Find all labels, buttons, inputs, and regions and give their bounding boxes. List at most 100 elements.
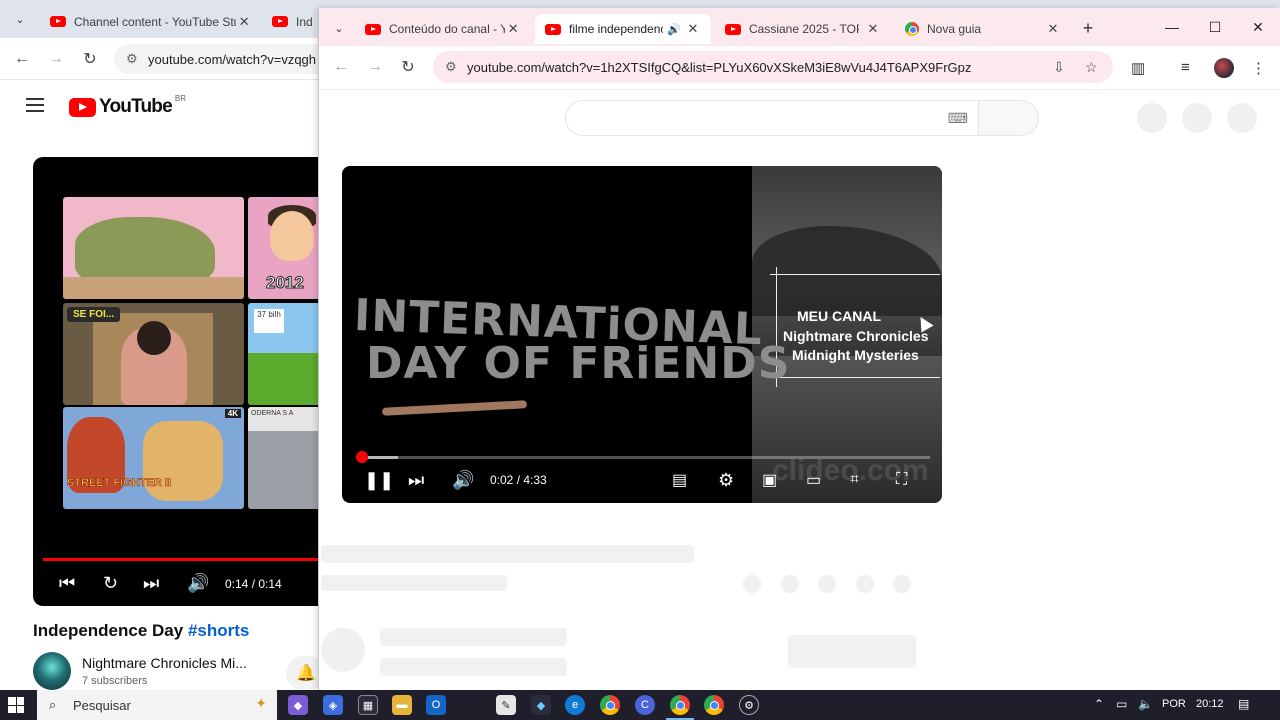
previous-icon[interactable]: ⏮ [59, 573, 75, 594]
replay-icon[interactable]: ↻ [103, 573, 118, 594]
tray-overflow-icon[interactable]: ⌃ [1094, 697, 1104, 711]
close-tab-icon[interactable]: ✕ [505, 21, 521, 37]
copilot-icon[interactable]: ◈ [323, 695, 343, 715]
fullscreen-icon[interactable]: ⛶ [896, 468, 907, 492]
install-app-icon[interactable]: ⇩ [1053, 59, 1065, 76]
edge-icon[interactable]: e [565, 695, 585, 715]
tab-nova-guia[interactable]: Nova guia ✕ [895, 14, 1071, 44]
tab-independence[interactable]: Indep [262, 5, 322, 38]
input-language[interactable]: POR [1162, 698, 1186, 710]
search-button[interactable] [979, 100, 1039, 136]
next-icon[interactable]: ⏭ [143, 573, 159, 594]
progress-bar[interactable] [358, 456, 930, 459]
app-circle-icon[interactable]: C [635, 695, 655, 715]
maximize-icon[interactable]: ☐ [1204, 16, 1226, 38]
forward-arrow-icon[interactable]: → [44, 48, 68, 70]
audio-playing-icon[interactable]: 🔊 [667, 23, 681, 36]
foreground-toolbar: ← → ↻ ⚙ youtube.com/watch?v=1h2XTSIfgCQ&… [319, 46, 1280, 90]
brush-stroke [381, 400, 528, 416]
address-url: youtube.com/watch?v=1h2XTSIfgCQ&list=PLY… [467, 59, 972, 75]
notification-center-icon[interactable]: ▤ [1238, 697, 1249, 711]
meta-placeholder [321, 575, 507, 591]
tab-title: Nova guia [927, 22, 982, 36]
thumbnail-coffin[interactable]: SE FOI... [63, 303, 244, 405]
youtube-icon [50, 16, 66, 27]
pause-icon[interactable]: ❚❚ [364, 468, 394, 492]
back-arrow-icon[interactable]: ← [10, 48, 34, 70]
file-explorer-icon[interactable]: ▬ [392, 695, 412, 715]
new-tab-plus-icon[interactable]: + [1077, 17, 1099, 39]
shorts-hashtag[interactable]: #shorts [188, 621, 249, 640]
microsoft-store-icon[interactable]: ▦ [358, 695, 378, 715]
back-arrow-icon[interactable]: ← [329, 56, 353, 78]
chrome-active-icon[interactable] [666, 695, 694, 720]
youtube-search-input[interactable]: ⌨ [565, 100, 979, 136]
widgets-icon[interactable]: ◆ [288, 695, 308, 715]
more-options-icon[interactable]: ⋮ [1251, 59, 1266, 77]
subtitles-icon[interactable]: ▤ [672, 468, 687, 492]
theater-mode-icon[interactable]: ▭ [806, 468, 821, 492]
media-control-icon[interactable]: ≡ [1181, 59, 1190, 76]
speaker-icon[interactable]: 🔈 [1138, 697, 1153, 711]
outlook-icon[interactable]: O [426, 695, 446, 715]
chrome-profile-icon[interactable] [704, 695, 724, 715]
site-settings-icon[interactable]: ⚙ [126, 51, 138, 67]
shorts-progress-bar[interactable] [43, 558, 333, 561]
next-video-icon[interactable]: ⏭ [408, 468, 424, 492]
thumbnail-dinosaur[interactable] [63, 197, 244, 299]
close-tab-icon[interactable]: ✕ [685, 21, 701, 37]
notepad-icon[interactable]: ✎ [496, 695, 516, 715]
tab-filme-independencia[interactable]: filme independenc 🔊 ✕ [535, 14, 711, 44]
network-icon[interactable]: ▭ [1116, 697, 1127, 711]
close-tab-icon[interactable]: ✕ [1045, 21, 1061, 37]
close-tab-icon[interactable]: ✕ [865, 21, 881, 37]
volume-icon[interactable]: 🔊 [187, 573, 209, 594]
thumbnail-street-fighter[interactable]: STREET FIGHTER II 4K [63, 407, 244, 509]
channel-avatar[interactable] [33, 652, 71, 690]
system-clock[interactable]: 20:12 [1196, 698, 1224, 710]
tab-channel-content[interactable]: Channel content - YouTube Stu ✕ [40, 5, 262, 38]
keyboard-icon[interactable]: ⌨ [948, 110, 968, 127]
channel-name[interactable]: Nightmare Chronicles Mi... [82, 655, 247, 671]
profile-avatar[interactable] [1214, 58, 1234, 78]
taskbar-search-box[interactable]: ⌕ Pesquisar ✦ [37, 690, 277, 720]
tab-cassiane-2025[interactable]: Cassiane 2025 - TOP ✕ [715, 14, 891, 44]
miniplayer-icon[interactable]: ▣ [762, 468, 777, 492]
forward-arrow-icon[interactable]: → [363, 56, 387, 78]
tab-title: Cassiane 2025 - TOP [749, 22, 859, 36]
close-tab-icon[interactable]: ✕ [236, 14, 252, 30]
tab-conteudo-do-canal[interactable]: Conteúdo do canal - Y ✕ [355, 14, 531, 44]
reload-icon[interactable]: ↻ [396, 56, 420, 78]
action-placeholder [893, 575, 911, 593]
notifications-icon-placeholder[interactable] [1182, 103, 1212, 133]
settings-gear-icon[interactable]: ⚙ [718, 468, 734, 492]
overlay-line: MEU CANAL [797, 308, 881, 324]
address-url: youtube.com/watch?v=vzqgh [148, 51, 317, 67]
youtube-logo[interactable]: YouTube BR [69, 94, 186, 118]
overlay-line: Nightmare Chronicles [783, 328, 929, 344]
bookmark-star-icon[interactable]: ☆ [1085, 59, 1098, 76]
windows-start-icon[interactable] [8, 697, 24, 713]
app-diamond-icon[interactable]: ◆ [531, 695, 551, 715]
progress-scrubber[interactable] [356, 451, 369, 463]
video-time: 0:02 / 4:33 [490, 473, 547, 487]
action-placeholder [781, 575, 799, 593]
chrome-icon[interactable] [600, 695, 620, 715]
volume-icon[interactable]: 🔊 [452, 468, 474, 492]
site-settings-icon[interactable]: ⚙ [445, 59, 457, 75]
create-icon-placeholder[interactable] [1137, 103, 1167, 133]
short-title-text: Independence Day [33, 621, 184, 640]
reload-icon[interactable]: ↻ [78, 48, 102, 70]
account-icon-placeholder[interactable] [1227, 103, 1257, 133]
menu-icon[interactable] [26, 98, 44, 112]
tab-search-dropdown-icon[interactable]: ⌄ [327, 17, 351, 39]
settings-app-icon[interactable]: ⚙ [739, 695, 759, 715]
tab-search-dropdown-icon[interactable]: ⌄ [8, 8, 32, 30]
reading-mode-icon[interactable]: ▥ [1131, 59, 1145, 77]
video-player[interactable]: MEU CANAL Nightmare Chronicles Midnight … [342, 166, 942, 503]
minimize-icon[interactable]: — [1161, 16, 1183, 38]
cast-icon[interactable]: ⌗ [850, 468, 859, 492]
address-bar[interactable]: ⚙ youtube.com/watch?v=1h2XTSIfgCQ&list=P… [433, 51, 1113, 83]
close-window-icon[interactable]: ✕ [1247, 16, 1269, 38]
shorts-player[interactable]: 2012 SE FOI... 37 bilh STREET FIGHTER II… [33, 157, 333, 606]
